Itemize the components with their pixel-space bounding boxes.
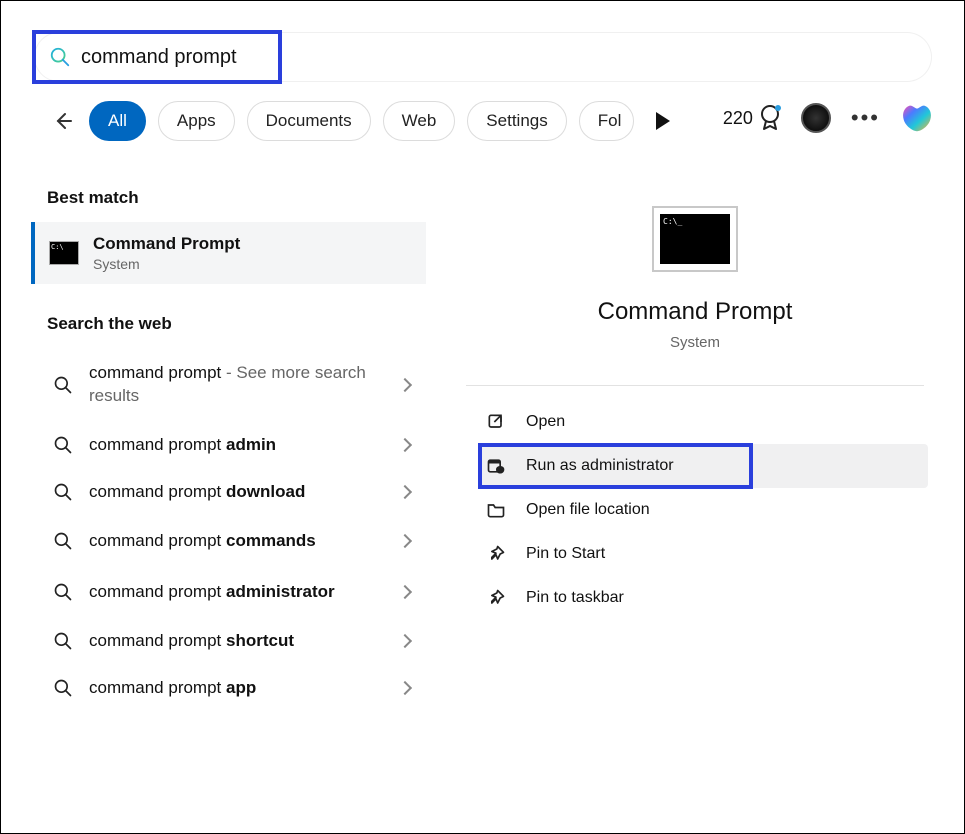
action-pin-to-start[interactable]: Pin to Start — [478, 532, 928, 576]
best-match-heading: Best match — [31, 166, 426, 222]
pin-icon — [486, 544, 506, 564]
filter-apps[interactable]: Apps — [158, 101, 235, 141]
filter-row: All Apps Documents Web Settings Fol — [49, 101, 670, 141]
folder-icon — [486, 500, 506, 520]
search-icon — [53, 531, 73, 551]
search-icon — [53, 482, 73, 502]
action-open-label: Open — [526, 413, 565, 431]
user-avatar[interactable] — [801, 103, 831, 133]
admin-icon — [486, 456, 506, 476]
action-pin-to-start-label: Pin to Start — [526, 545, 605, 563]
filter-settings[interactable]: Settings — [467, 101, 566, 141]
search-icon — [53, 631, 73, 651]
web-suggestion-text: command prompt administrator — [89, 581, 384, 604]
detail-subtitle: System — [456, 334, 934, 351]
command-prompt-hero-icon — [652, 206, 738, 272]
filter-web[interactable]: Web — [383, 101, 456, 141]
filter-folders[interactable]: Fol — [579, 101, 635, 141]
divider — [466, 385, 924, 386]
web-suggestion-text: command prompt app — [89, 677, 384, 700]
web-suggestion[interactable]: command prompt download — [31, 469, 426, 516]
search-icon — [53, 435, 73, 455]
command-prompt-icon — [49, 241, 79, 265]
chevron-right-icon — [398, 378, 412, 392]
web-suggestion-text: command prompt download — [89, 481, 384, 504]
search-icon — [53, 582, 73, 602]
best-match-title: Command Prompt — [93, 234, 240, 254]
action-open-file-location[interactable]: Open file location — [478, 488, 928, 532]
detail-panel: Command Prompt System Open Run as admini… — [456, 166, 934, 833]
points-value: 220 — [723, 108, 753, 129]
best-match-subtitle: System — [93, 256, 240, 272]
web-suggestion[interactable]: command prompt app — [31, 665, 426, 712]
back-button[interactable] — [49, 107, 77, 135]
copilot-icon[interactable] — [900, 101, 934, 135]
web-suggestion[interactable]: command prompt shortcut — [31, 618, 426, 665]
rewards-points[interactable]: 220 — [723, 105, 781, 131]
web-suggestion[interactable]: command prompt - See more search results — [31, 348, 426, 422]
web-suggestion[interactable]: command prompt administrator — [31, 567, 426, 618]
chevron-right-icon — [398, 681, 412, 695]
medal-icon — [759, 105, 781, 131]
action-pin-to-taskbar-label: Pin to taskbar — [526, 589, 624, 607]
right-toolbar: 220 ••• — [723, 101, 934, 135]
filter-all[interactable]: All — [89, 101, 146, 141]
action-list: Open Run as administrator Open file loca… — [478, 400, 928, 620]
chevron-right-icon — [398, 634, 412, 648]
detail-title: Command Prompt — [456, 298, 934, 326]
web-suggestion-text: command prompt commands — [89, 530, 384, 553]
web-suggestion-text: command prompt admin — [89, 434, 384, 457]
action-open[interactable]: Open — [478, 400, 928, 444]
chevron-right-icon — [398, 485, 412, 499]
action-pin-to-taskbar[interactable]: Pin to taskbar — [478, 576, 928, 620]
web-suggestion[interactable]: command prompt commands — [31, 516, 426, 567]
chevron-right-icon — [398, 585, 412, 599]
pin-icon — [486, 588, 506, 608]
action-open-file-location-label: Open file location — [526, 501, 650, 519]
web-suggestion[interactable]: command prompt admin — [31, 422, 426, 469]
chevron-right-icon — [398, 438, 412, 452]
search-icon — [53, 678, 73, 698]
search-input[interactable] — [71, 46, 931, 69]
chevron-right-icon — [398, 534, 412, 548]
search-bar[interactable] — [35, 33, 931, 81]
best-match-command-prompt[interactable]: Command Prompt System — [31, 222, 426, 284]
search-icon — [53, 375, 73, 395]
action-run-as-admin-label: Run as administrator — [526, 457, 674, 475]
web-suggestion-text: command prompt shortcut — [89, 630, 384, 653]
web-suggestion-text: command prompt - See more search results — [89, 362, 384, 408]
search-icon — [49, 46, 71, 68]
best-match-text: Command Prompt System — [93, 234, 240, 272]
open-icon — [486, 412, 506, 432]
results-panel: ▴ Best match Command Prompt System Searc… — [31, 166, 426, 833]
more-options[interactable]: ••• — [851, 105, 880, 131]
search-web-heading: Search the web — [31, 284, 426, 348]
action-run-as-admin[interactable]: Run as administrator — [478, 444, 928, 488]
play-icon[interactable] — [656, 112, 670, 130]
filter-documents[interactable]: Documents — [247, 101, 371, 141]
